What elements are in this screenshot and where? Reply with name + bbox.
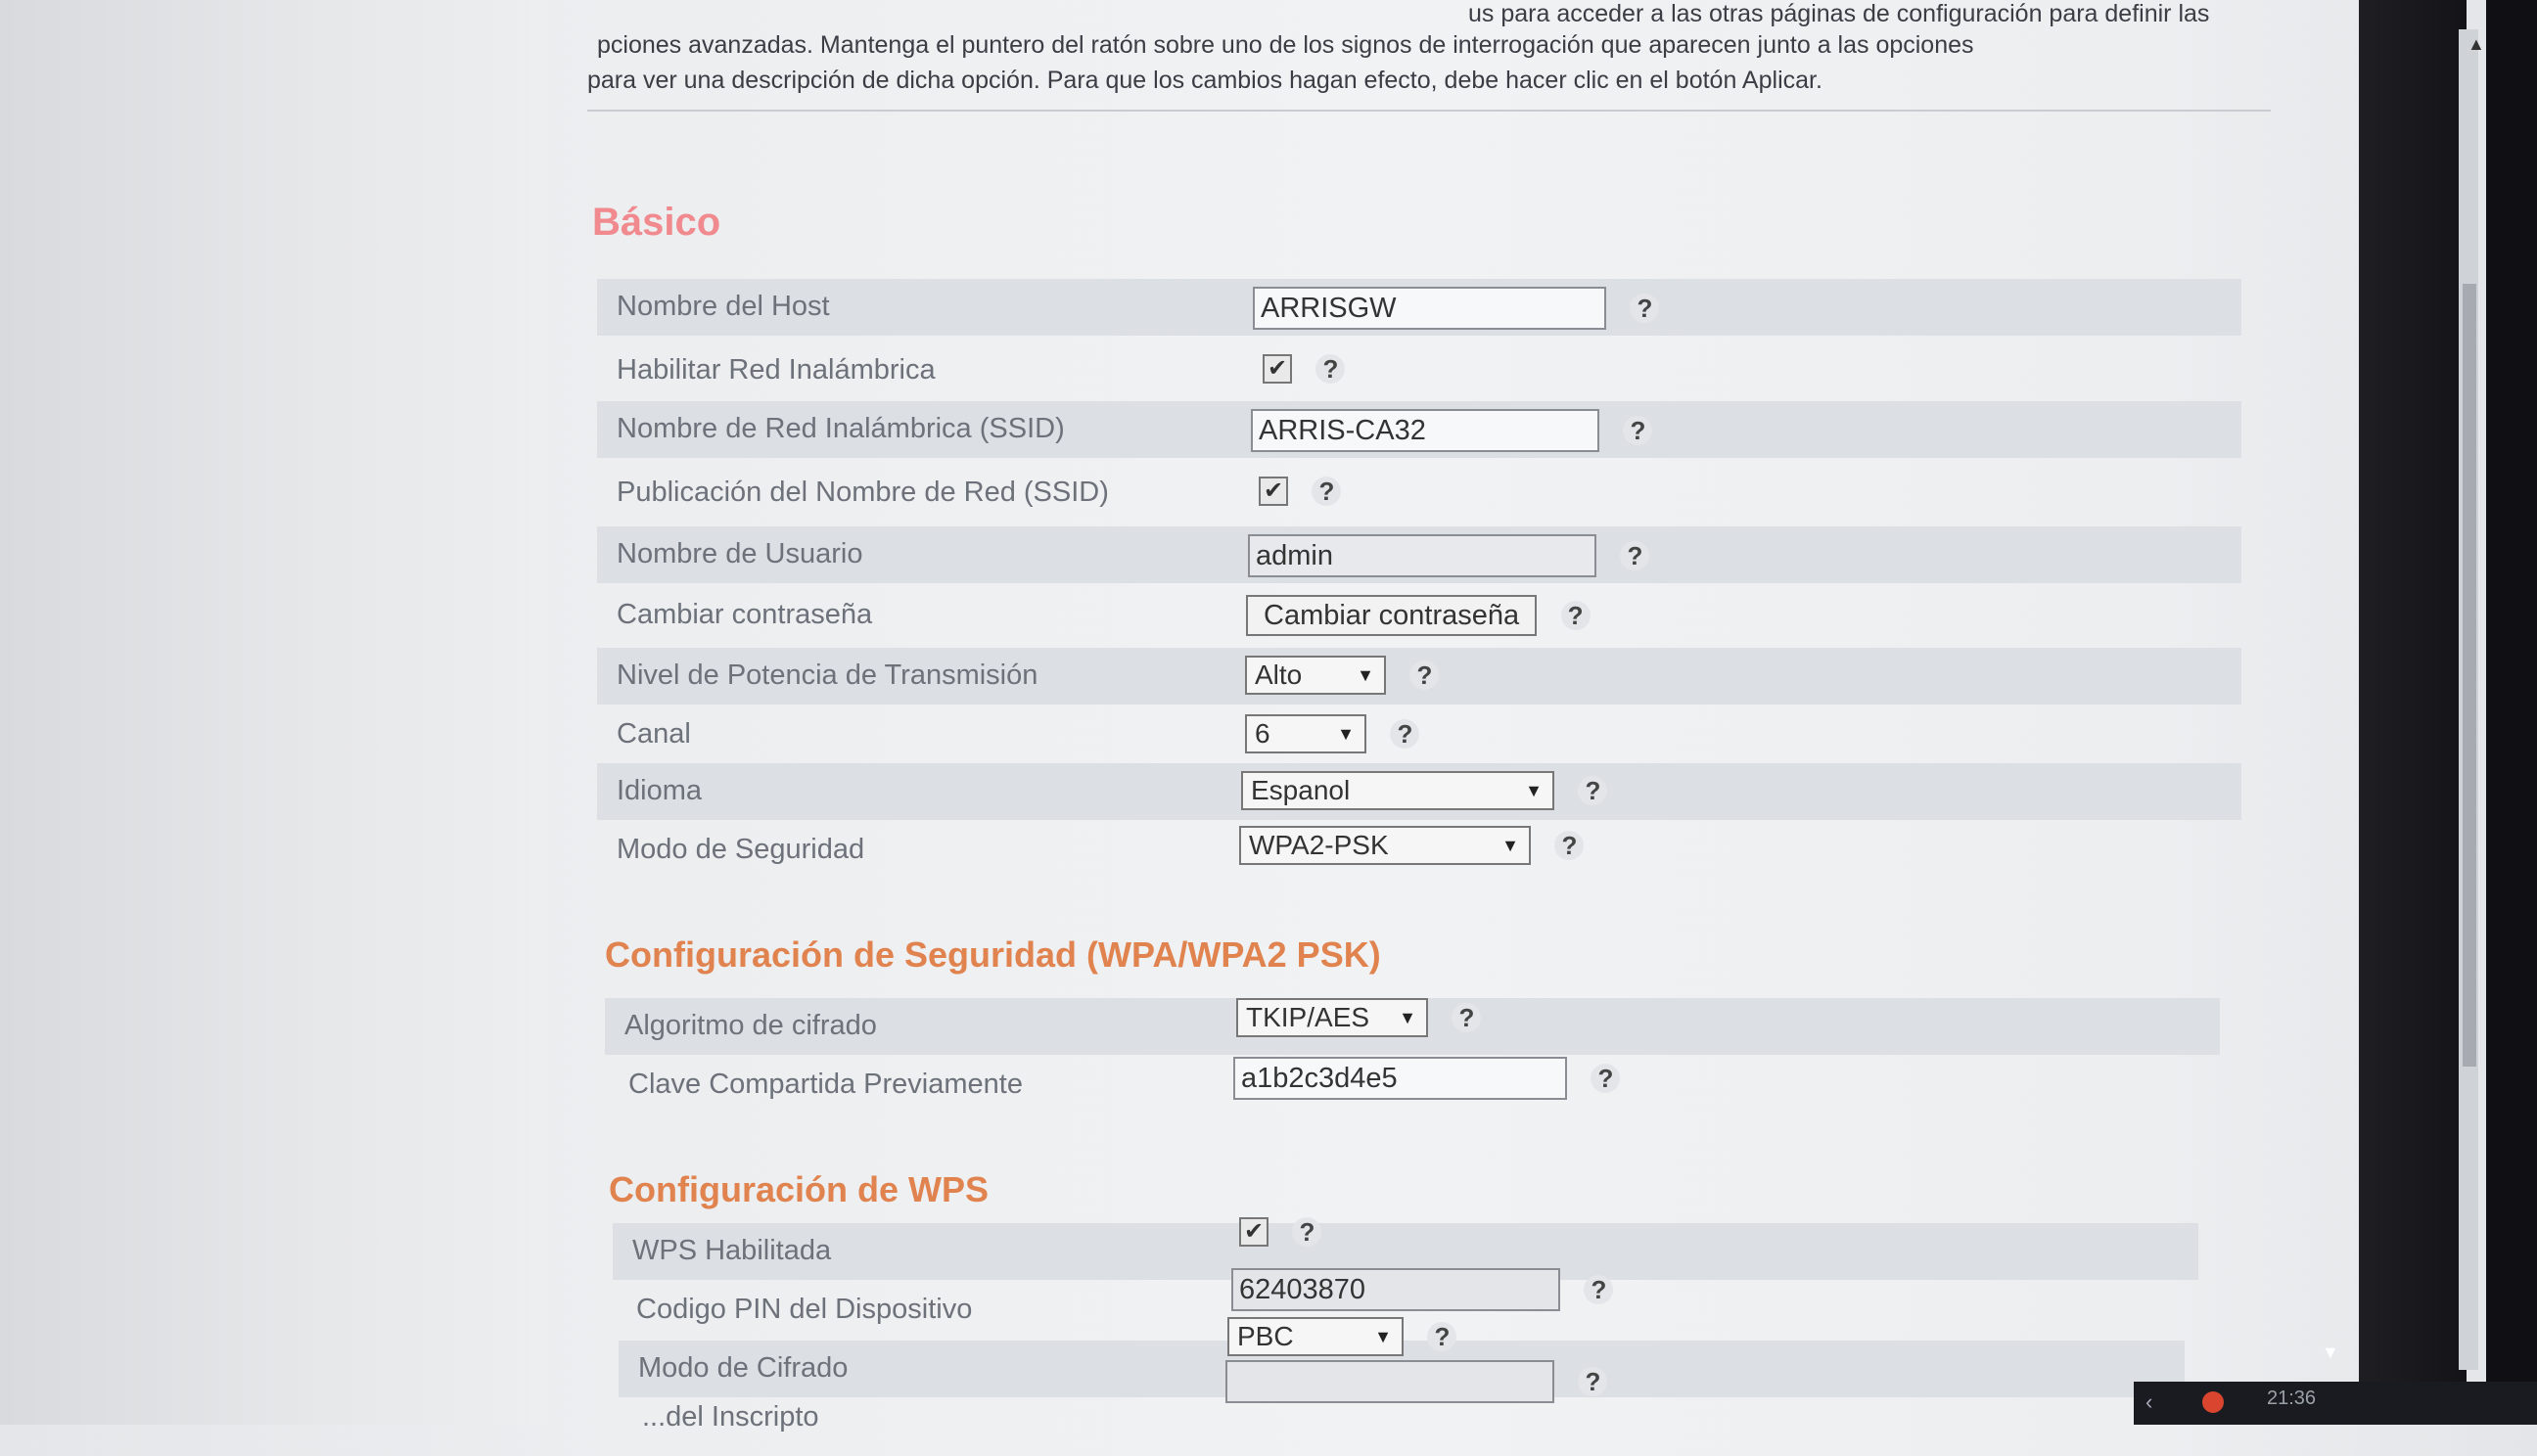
screen-edge: [2486, 0, 2537, 1425]
row-ssid: Nombre de Red Inalámbrica (SSID) ARRIS-C…: [597, 401, 2241, 458]
help-icon[interactable]: ?: [1315, 354, 1346, 384]
tx-power-value: Alto: [1255, 660, 1303, 690]
scroll-down-icon[interactable]: ▼: [2322, 1342, 2339, 1363]
help-icon[interactable]: ?: [1312, 477, 1342, 506]
divider: [587, 110, 2271, 112]
hostname-label: Nombre del Host: [617, 291, 830, 322]
screen-bezel-left: [0, 0, 548, 1425]
wps-pin-input[interactable]: 62403870: [1231, 1268, 1560, 1311]
help-icon[interactable]: ?: [1427, 1322, 1457, 1351]
monitor-bezel-right: [2359, 0, 2467, 1425]
row-language: Idioma Espanol ▼ ?: [597, 763, 2241, 820]
help-icon[interactable]: ?: [1409, 660, 1440, 690]
help-icon[interactable]: ?: [1584, 1275, 1614, 1304]
psk-label: Clave Compartida Previamente: [628, 1069, 1023, 1100]
tx-power-select[interactable]: Alto ▼: [1245, 656, 1386, 695]
ssid-label: Nombre de Red Inalámbrica (SSID): [617, 413, 1065, 444]
wireless-enable-label: Habilitar Red Inalámbrica: [617, 354, 936, 386]
chevron-down-icon: ▼: [1337, 724, 1355, 744]
wps-mode-select[interactable]: PBC ▼: [1227, 1317, 1404, 1356]
cipher-value: TKIP/AES: [1246, 1002, 1370, 1032]
taskbar: [2134, 1382, 2537, 1425]
row-wireless-enable: Habilitar Red Inalámbrica ✔ ?: [597, 342, 2241, 399]
row-security-mode: Modo de Seguridad WPA2-PSK ▼ ?: [597, 822, 2241, 879]
taskbar-clock: 21:36: [2267, 1388, 2317, 1409]
section-title-security: Configuración de Seguridad (WPA/WPA2 PSK…: [605, 934, 1381, 975]
wps-pin-label: Codigo PIN del Dispositivo: [636, 1294, 973, 1325]
language-value: Espanol: [1251, 775, 1351, 805]
help-icon[interactable]: ?: [1452, 1003, 1482, 1032]
cipher-label: Algoritmo de cifrado: [624, 1010, 877, 1041]
wps-enabled-checkbox[interactable]: ✔: [1239, 1217, 1268, 1247]
tray-app-icon[interactable]: [2202, 1391, 2224, 1413]
section-title-basic: Básico: [592, 201, 721, 244]
language-select[interactable]: Espanol ▼: [1241, 771, 1554, 810]
wps-enabled-label: WPS Habilitada: [632, 1235, 832, 1266]
change-password-label: Cambiar contraseña: [617, 599, 873, 630]
security-mode-label: Modo de Seguridad: [617, 834, 865, 865]
hostname-input[interactable]: ARRISGW: [1253, 287, 1606, 330]
help-icon[interactable]: ?: [1578, 1367, 1608, 1396]
row-change-password: Cambiar contraseña Cambiar contraseña ?: [597, 587, 2241, 644]
chevron-down-icon: ▼: [1501, 836, 1519, 855]
channel-select[interactable]: 6 ▼: [1245, 714, 1366, 753]
row-psk: Clave Compartida Previamente a1b2c3d4e5 …: [609, 1057, 2214, 1114]
intro-line-2: para ver una descripción de dicha opción…: [587, 67, 1822, 94]
chevron-down-icon: ▼: [1399, 1008, 1416, 1027]
ssid-broadcast-label: Publicación del Nombre de Red (SSID): [617, 477, 1109, 508]
row-channel: Canal 6 ▼ ?: [597, 706, 2241, 763]
wps-mode-label: Modo de Cifrado: [638, 1352, 849, 1384]
tray-expand-icon[interactable]: ‹: [2145, 1389, 2152, 1415]
chevron-down-icon: ▼: [1374, 1327, 1392, 1346]
channel-label: Canal: [617, 718, 691, 750]
row-username: Nombre de Usuario admin ?: [597, 526, 2241, 583]
wps-mode-value: PBC: [1237, 1321, 1294, 1351]
help-icon[interactable]: ?: [1620, 541, 1650, 570]
help-icon[interactable]: ?: [1623, 416, 1653, 445]
scrollbar-thumb[interactable]: [2463, 284, 2476, 1067]
row-tx-power: Nivel de Potencia de Transmisión Alto ▼ …: [597, 648, 2241, 705]
row-cipher: Algoritmo de cifrado TKIP/AES ▼ ?: [605, 998, 2220, 1055]
change-password-button[interactable]: Cambiar contraseña: [1246, 595, 1538, 636]
language-label: Idioma: [617, 775, 703, 806]
scroll-up-icon[interactable]: ▲: [2468, 34, 2485, 55]
ssid-input[interactable]: ARRIS-CA32: [1251, 409, 1599, 452]
wps-enroll-label: ...del Inscripto: [642, 1401, 819, 1433]
row-ssid-broadcast: Publicación del Nombre de Red (SSID) ✔ ?: [597, 465, 2241, 522]
tx-power-label: Nivel de Potencia de Transmisión: [617, 660, 1038, 691]
security-mode-select[interactable]: WPA2-PSK ▼: [1239, 826, 1531, 865]
chevron-down-icon: ▼: [1525, 781, 1543, 800]
chevron-down-icon: ▼: [1357, 665, 1374, 685]
help-icon[interactable]: ?: [1292, 1217, 1322, 1247]
cipher-select[interactable]: TKIP/AES ▼: [1236, 998, 1428, 1037]
username-input[interactable]: admin: [1248, 534, 1596, 577]
wps-enroll-input[interactable]: [1225, 1360, 1554, 1403]
psk-input[interactable]: a1b2c3d4e5: [1233, 1057, 1567, 1100]
channel-value: 6: [1255, 718, 1270, 749]
help-icon[interactable]: ?: [1560, 601, 1591, 630]
help-icon[interactable]: ?: [1554, 831, 1585, 860]
ssid-broadcast-checkbox[interactable]: ✔: [1259, 477, 1288, 506]
security-mode-value: WPA2-PSK: [1249, 830, 1389, 860]
row-wps-enroll: ...del Inscripto ?: [623, 1360, 2179, 1456]
intro-line-0: us para acceder a las otras páginas de c…: [1468, 0, 2210, 27]
row-hostname: Nombre del Host ARRISGW ?: [597, 279, 2241, 336]
username-label: Nombre de Usuario: [617, 538, 863, 569]
help-icon[interactable]: ?: [1591, 1064, 1621, 1093]
help-icon[interactable]: ?: [1578, 776, 1608, 805]
help-icon[interactable]: ?: [1630, 294, 1660, 323]
wireless-enable-checkbox[interactable]: ✔: [1263, 354, 1292, 384]
intro-text: us para acceder a las otras páginas de c…: [587, 0, 2271, 98]
help-icon[interactable]: ?: [1390, 719, 1420, 749]
intro-line-1: pciones avanzadas. Mantenga el puntero d…: [597, 31, 1974, 59]
section-title-wps: Configuración de WPS: [609, 1169, 990, 1209]
